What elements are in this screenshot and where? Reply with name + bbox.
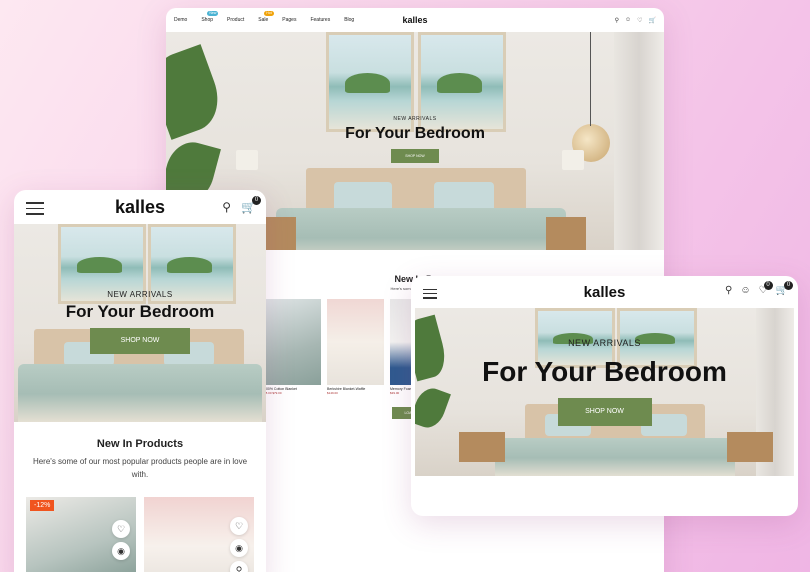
user-icon[interactable]: ☺ bbox=[740, 285, 750, 296]
product-card[interactable]: ♡ ◉ ⚲ bbox=[144, 497, 254, 572]
cart-icon[interactable]: 🛒 0 bbox=[241, 196, 261, 214]
cart-icon[interactable]: 🛒 0 bbox=[776, 281, 793, 296]
mobile-hero: NEW ARRIVALS For Your Bedroom SHOP NOW bbox=[14, 224, 266, 422]
product-grid: -12% ♡ ◉ ⚲ bbox=[26, 497, 266, 572]
nav-item-product[interactable]: Product bbox=[227, 17, 244, 23]
hero-eyebrow: NEW ARRIVALS bbox=[393, 116, 437, 122]
heart-icon[interactable]: ♡ bbox=[112, 520, 130, 538]
hero-headline: For Your Bedroom bbox=[65, 302, 215, 321]
mobile-mockup: kalles ⚲ 🛒 0 NEW ARRIVALS For Your Bedroo… bbox=[14, 190, 266, 572]
mobile-header-icons: ⚲ 🛒 0 bbox=[222, 196, 261, 214]
tablet-mockup: kalles ⚲ ☺ ♡ 0 🛒 0 NEW ARRIVALS For Your B… bbox=[411, 276, 798, 516]
product-price: $149.00 bbox=[327, 391, 338, 395]
shop-now-button[interactable]: SHOP NOW bbox=[557, 398, 652, 426]
heart-icon[interactable]: ♡ bbox=[637, 17, 642, 24]
nightstand bbox=[546, 217, 586, 250]
product-price: $8.00 $79.00 bbox=[264, 391, 282, 395]
wishlist-count: 0 bbox=[763, 281, 773, 290]
hero-headline: For Your Bedroom bbox=[345, 125, 485, 142]
hero-content: NEW ARRIVALS For Your Bedroom SHOP NOW bbox=[415, 338, 794, 426]
cart-icon[interactable]: 🛒 bbox=[649, 17, 656, 24]
cart-icon[interactable]: ⚲ bbox=[230, 561, 248, 572]
cart-count: 0 bbox=[784, 281, 793, 290]
logo[interactable]: kalles bbox=[402, 15, 427, 25]
bed bbox=[18, 364, 262, 422]
hero-headline: For Your Bedroom bbox=[482, 356, 727, 387]
cart-count: 0 bbox=[252, 196, 261, 205]
desktop-nav: Demo Shop New Product Sale Hot Pages Featu… bbox=[174, 11, 354, 23]
nav-item-pages[interactable]: Pages bbox=[282, 17, 296, 23]
nightstand bbox=[727, 432, 773, 462]
new-badge: New bbox=[207, 11, 219, 16]
shop-now-button[interactable]: SHOP NOW bbox=[90, 328, 190, 354]
hero-eyebrow: NEW ARRIVALS bbox=[107, 290, 173, 299]
section-title: New In Products bbox=[96, 438, 184, 450]
bed bbox=[276, 208, 566, 250]
product-image[interactable] bbox=[264, 299, 321, 385]
eye-icon[interactable]: ◉ bbox=[112, 542, 130, 560]
hamburger-icon[interactable] bbox=[423, 289, 437, 302]
nav-item-shop[interactable]: Shop New bbox=[201, 11, 219, 23]
hamburger-icon[interactable] bbox=[26, 202, 44, 219]
logo[interactable]: kalles bbox=[584, 284, 626, 301]
search-icon[interactable]: ⚲ bbox=[222, 200, 231, 214]
product-image[interactable] bbox=[327, 299, 384, 385]
mobile-header: kalles ⚲ 🛒 0 bbox=[14, 190, 266, 224]
hero-content: NEW ARRIVALS For Your Bedroom SHOP NOW bbox=[14, 290, 266, 354]
nav-item-features[interactable]: Features bbox=[310, 17, 330, 23]
search-icon[interactable]: ⚲ bbox=[615, 17, 619, 24]
nav-item-blog[interactable]: Blog bbox=[344, 17, 354, 23]
logo[interactable]: kalles bbox=[115, 197, 165, 218]
hero-content: NEW ARRIVALS For Your Bedroom SHOP NOW bbox=[166, 116, 664, 163]
tablet-header: kalles ⚲ ☺ ♡ 0 🛒 0 bbox=[411, 276, 798, 308]
hot-badge: Hot bbox=[264, 11, 274, 16]
tablet-header-icons: ⚲ ☺ ♡ 0 🛒 0 bbox=[725, 281, 793, 296]
product-card[interactable]: 100% Cotton Blanket $8.00 $79.00 bbox=[264, 299, 321, 395]
product-card[interactable]: Berkshire Blanket-Waffle $149.00 bbox=[327, 299, 384, 395]
heart-icon[interactable]: ♡ 0 bbox=[759, 281, 773, 296]
tablet-hero: NEW ARRIVALS For Your Bedroom SHOP NOW bbox=[415, 308, 794, 476]
desktop-header-icons: ⚲ ☺ ♡ 🛒 bbox=[615, 17, 656, 24]
section-subtitle: Here's some of our most popular products… bbox=[32, 457, 248, 479]
nav-item-demo[interactable]: Demo bbox=[174, 17, 187, 23]
nav-item-sale[interactable]: Sale Hot bbox=[258, 11, 274, 23]
user-icon[interactable]: ☺ bbox=[625, 17, 631, 24]
nightstand bbox=[459, 432, 505, 462]
sale-badge: -12% bbox=[30, 500, 55, 511]
eye-icon[interactable]: ◉ bbox=[230, 539, 248, 557]
desktop-header: Demo Shop New Product Sale Hot Pages Featu… bbox=[166, 8, 664, 32]
search-icon[interactable]: ⚲ bbox=[725, 285, 732, 296]
shop-now-button[interactable]: SHOP NOW bbox=[391, 149, 439, 163]
hero-eyebrow: NEW ARRIVALS bbox=[568, 338, 641, 348]
heart-icon[interactable]: ♡ bbox=[230, 517, 248, 535]
bed bbox=[495, 438, 735, 476]
